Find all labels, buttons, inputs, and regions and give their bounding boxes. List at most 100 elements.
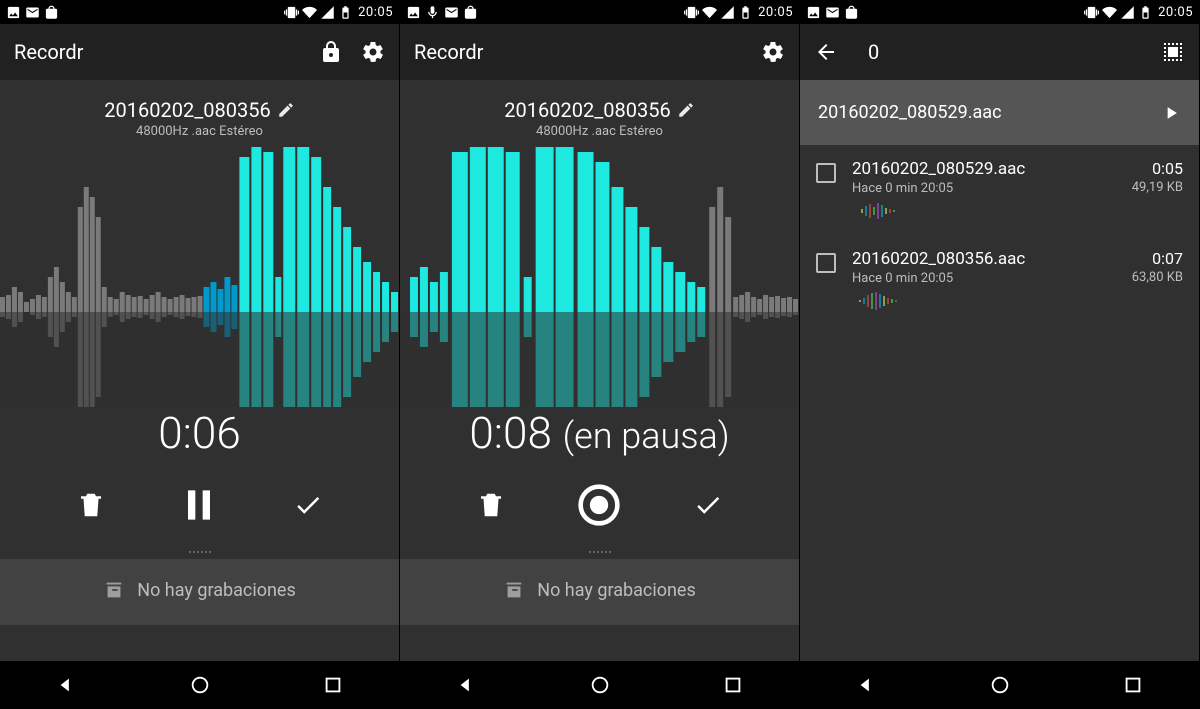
edit-icon[interactable] — [277, 101, 295, 119]
pause-button[interactable] — [177, 483, 221, 527]
item-subtitle: Hace 0 min 20:05 — [852, 181, 1116, 196]
back-arrow-icon[interactable] — [814, 40, 838, 64]
android-nav-bar — [800, 661, 1199, 709]
nav-recent-icon[interactable] — [322, 674, 344, 696]
screen-recording: 20:05 Recordr 20160202_080356 48000Hz .a… — [0, 0, 400, 709]
mini-waveform — [852, 292, 932, 310]
delete-button[interactable] — [476, 490, 506, 520]
timer-value: 0:06 — [158, 407, 240, 459]
nav-recent-icon[interactable] — [722, 674, 744, 696]
timer-value: 0:08 — [469, 407, 551, 459]
status-bar: 20:05 — [800, 0, 1199, 24]
archive-icon — [103, 579, 125, 601]
waveform-display — [400, 147, 799, 407]
select-all-icon[interactable] — [1161, 40, 1185, 64]
recording-timer: 0:08 (en pausa) — [400, 407, 799, 459]
play-icon[interactable] — [1161, 103, 1181, 123]
done-button[interactable] — [293, 490, 323, 520]
signal-icon — [320, 5, 335, 20]
waveform-display — [0, 147, 399, 407]
nav-back-icon[interactable] — [56, 674, 78, 696]
wifi-icon — [1102, 5, 1117, 20]
nav-home-icon[interactable] — [989, 674, 1011, 696]
vibrate-icon — [1084, 5, 1099, 20]
now-playing-bar[interactable]: 20160202_080529.aac — [800, 80, 1199, 145]
item-subtitle: Hace 0 min 20:05 — [852, 271, 1116, 286]
vibrate-icon — [684, 5, 699, 20]
gmail-icon — [825, 5, 840, 20]
nav-recent-icon[interactable] — [1122, 674, 1144, 696]
item-duration: 0:07 — [1132, 249, 1183, 268]
now-playing-title: 20160202_080529.aac — [818, 102, 1002, 123]
recordings-list[interactable]: 20160202_080529.aac Hace 0 min 20:05 0:0… — [800, 145, 1199, 661]
battery-icon — [338, 5, 353, 20]
nav-back-icon[interactable] — [856, 674, 878, 696]
gear-icon[interactable] — [361, 40, 385, 64]
shopping-bag-icon — [463, 5, 478, 20]
app-bar: Recordr — [400, 24, 799, 80]
item-filename: 20160202_080356.aac — [852, 249, 1116, 269]
recordings-empty[interactable]: No hay grabaciones — [0, 559, 399, 625]
recording-filename-text: 20160202_080356 — [104, 98, 270, 122]
recordings-empty-text: No hay grabaciones — [537, 580, 696, 601]
timer-pause-label: (en pausa) — [563, 415, 730, 457]
recordings-empty[interactable]: No hay grabaciones — [400, 559, 799, 625]
recording-filename-text: 20160202_080356 — [504, 98, 670, 122]
recording-panel: 20160202_080356 48000Hz .aac Estéreo — [400, 80, 799, 661]
screen-paused: 20:05 Recordr 20160202_080356 48000Hz .a… — [400, 0, 800, 709]
done-button[interactable] — [693, 490, 723, 520]
checkbox[interactable] — [816, 163, 836, 183]
nav-home-icon[interactable] — [589, 674, 611, 696]
recording-filename[interactable]: 20160202_080356 — [104, 98, 294, 122]
image-icon — [6, 5, 21, 20]
archive-icon — [503, 579, 525, 601]
recording-format: 48000Hz .aac Estéreo — [10, 124, 389, 139]
recording-panel: 20160202_080356 48000Hz .aac Estéreo — [0, 80, 399, 661]
shopping-bag-icon — [844, 5, 859, 20]
recording-format: 48000Hz .aac Estéreo — [410, 124, 789, 139]
recording-controls — [0, 459, 399, 551]
drag-handle[interactable] — [187, 551, 213, 555]
app-title: Recordr — [14, 40, 301, 64]
edit-icon[interactable] — [677, 101, 695, 119]
delete-button[interactable] — [76, 490, 106, 520]
shopping-bag-icon — [44, 5, 59, 20]
checkbox[interactable] — [816, 253, 836, 273]
screen-recordings-list: 20:05 0 20160202_080529.aac 20160202_080… — [800, 0, 1200, 709]
list-item[interactable]: 20160202_080529.aac Hace 0 min 20:05 0:0… — [800, 145, 1199, 235]
mini-waveform — [852, 202, 932, 220]
wifi-icon — [302, 5, 317, 20]
recording-filename[interactable]: 20160202_080356 — [504, 98, 694, 122]
recordings-empty-text: No hay grabaciones — [137, 580, 296, 601]
recording-timer: 0:06 — [0, 407, 399, 459]
wifi-icon — [702, 5, 717, 20]
item-filesize: 63,80 KB — [1132, 270, 1183, 285]
list-item[interactable]: 20160202_080356.aac Hace 0 min 20:05 0:0… — [800, 235, 1199, 325]
gear-icon[interactable] — [761, 40, 785, 64]
status-bar: 20:05 — [0, 0, 399, 24]
signal-icon — [720, 5, 735, 20]
item-filename: 20160202_080529.aac — [852, 159, 1116, 179]
gmail-icon — [444, 5, 459, 20]
lock-icon[interactable] — [319, 40, 343, 64]
drag-handle[interactable] — [587, 551, 613, 555]
selection-app-bar: 0 — [800, 24, 1199, 80]
status-clock: 20:05 — [358, 5, 393, 20]
status-clock: 20:05 — [1158, 5, 1193, 20]
android-nav-bar — [0, 661, 399, 709]
status-clock: 20:05 — [758, 5, 793, 20]
item-filesize: 49,19 KB — [1132, 180, 1183, 195]
mic-icon — [425, 5, 440, 20]
nav-home-icon[interactable] — [189, 674, 211, 696]
battery-icon — [738, 5, 753, 20]
record-button[interactable] — [577, 483, 621, 527]
selection-count: 0 — [868, 40, 1143, 64]
item-duration: 0:05 — [1132, 159, 1183, 178]
app-bar: Recordr — [0, 24, 399, 80]
app-title: Recordr — [414, 40, 743, 64]
recording-controls — [400, 459, 799, 551]
nav-back-icon[interactable] — [456, 674, 478, 696]
image-icon — [806, 5, 821, 20]
battery-icon — [1138, 5, 1153, 20]
status-bar: 20:05 — [400, 0, 799, 24]
